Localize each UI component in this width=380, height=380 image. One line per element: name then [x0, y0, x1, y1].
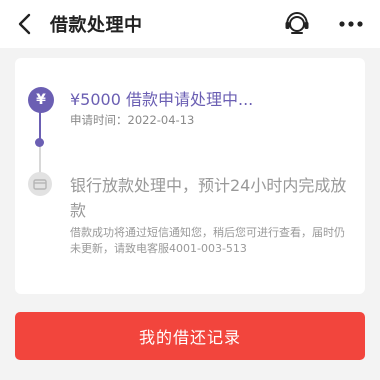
step1-time: 申请时间：2022-04-13 [70, 113, 195, 127]
bank-card-icon [28, 172, 52, 196]
yuan-symbol: ¥ [36, 92, 46, 108]
page-title: 借款处理中 [50, 15, 143, 36]
step2-title: 银行放款处理中，预计24小时内完成放款 [70, 176, 347, 220]
headset-icon [285, 11, 309, 34]
step1-title: ¥5000 借款申请处理中... [70, 90, 254, 109]
timeline-active-line [39, 108, 41, 142]
navbar: 借款处理中 [0, 0, 380, 48]
more-dots-icon [339, 21, 363, 27]
more-button[interactable] [336, 9, 366, 39]
step2-note: 借款成功将通过短信通知您，稍后您可进行查看，届时仍未更新，请致电客服4001-0… [70, 226, 345, 255]
timeline-dot [35, 138, 44, 147]
yuan-icon: ¥ [28, 87, 54, 113]
chevron-left-icon [18, 13, 31, 35]
back-button[interactable] [10, 10, 38, 38]
loan-records-button[interactable]: 我的借还记录 [15, 312, 365, 360]
customer-service-button[interactable] [282, 9, 312, 39]
